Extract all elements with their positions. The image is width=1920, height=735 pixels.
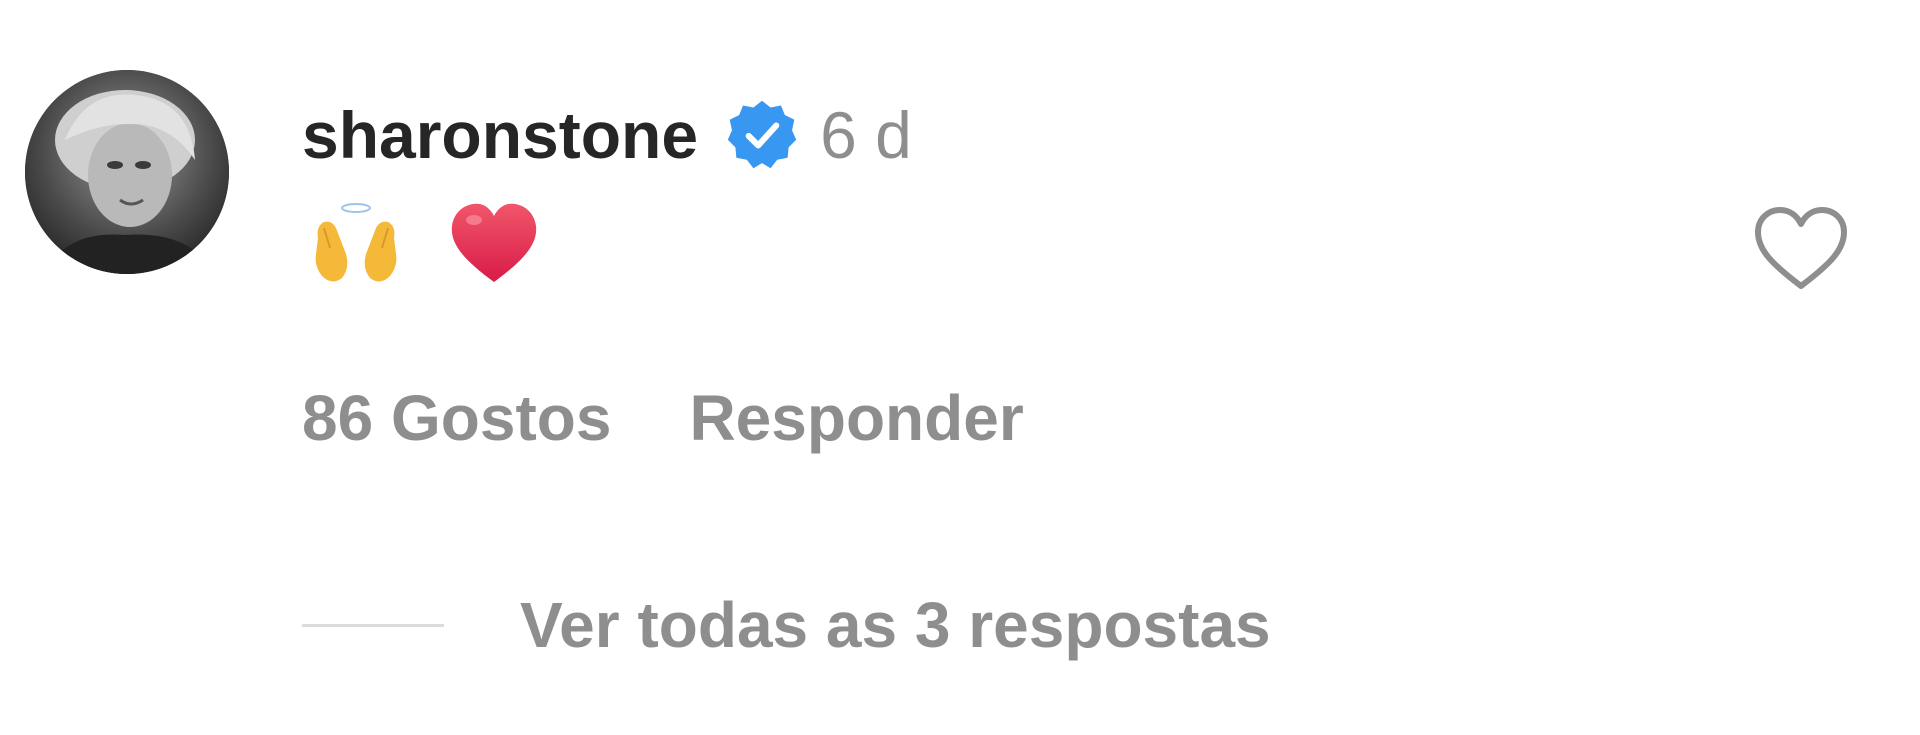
reply-button[interactable]: Responder [689, 381, 1023, 455]
comment-timestamp[interactable]: 6 d [820, 97, 912, 173]
view-replies-label: Ver todas as 3 respostas [520, 589, 1271, 661]
verified-badge-icon [724, 97, 800, 173]
emoji-raising-hands-icon [310, 198, 402, 288]
emoji-red-heart-icon [448, 198, 540, 288]
comment-item: sharonstone 6 d 86 Gostos Responder Ver … [0, 0, 1920, 735]
username-link[interactable]: sharonstone [302, 97, 698, 173]
comment-header: sharonstone 6 d [302, 92, 912, 178]
replies-divider [302, 623, 444, 627]
comment-actions: 86 Gostos Responder [302, 378, 1024, 458]
view-replies-button[interactable]: Ver todas as 3 respostas [302, 585, 1271, 665]
like-button[interactable] [1752, 204, 1850, 294]
avatar[interactable] [25, 70, 229, 274]
heart-outline-icon [1755, 207, 1847, 289]
likes-count-button[interactable]: 86 Gostos [302, 381, 611, 455]
comment-text [310, 198, 586, 288]
